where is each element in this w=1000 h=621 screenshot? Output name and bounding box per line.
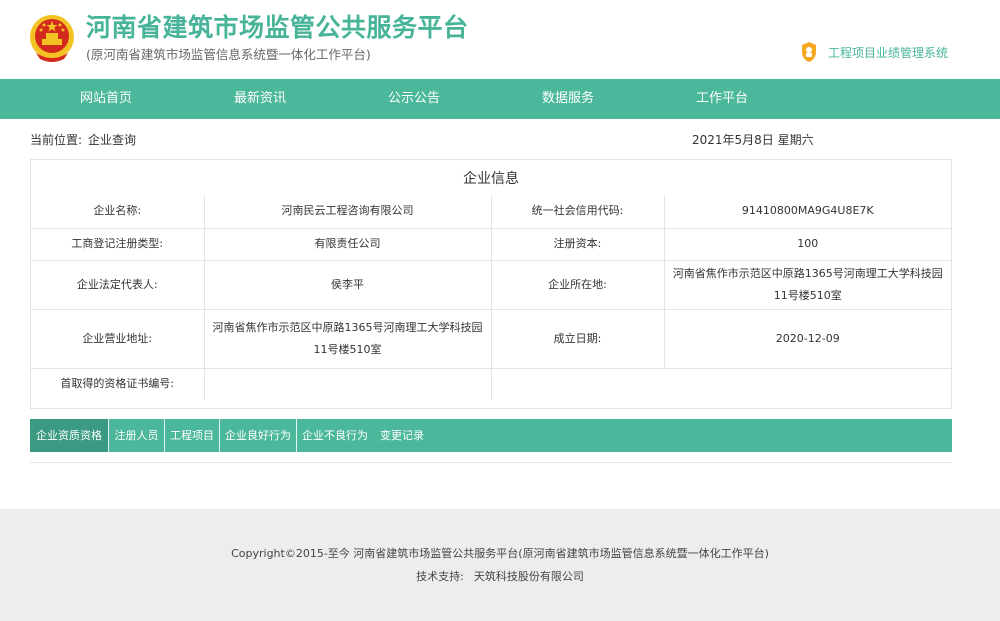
lock-badge-icon: [802, 42, 816, 62]
nav-item-announcements[interactable]: 公示公告: [354, 79, 474, 119]
tab-registered-staff[interactable]: 注册人员: [109, 419, 164, 452]
table-row: 首取得的资格证书编号:: [31, 367, 951, 400]
support-company: 天筑科技股份有限公司: [473, 570, 584, 583]
company-info-panel: 企业信息 企业名称: 河南民云工程咨询有限公司 统一社会信用代码: 914108…: [30, 159, 952, 409]
field-value: 侯李平: [203, 259, 492, 310]
field-label: 工商登记注册类型:: [31, 227, 205, 261]
tab-projects[interactable]: 工程项目: [165, 419, 219, 452]
table-row: 企业法定代表人: 侯李平 企业所在地: 河南省焦作市示范区中原路1365号河南理…: [31, 259, 951, 310]
field-label: 企业法定代表人:: [31, 259, 205, 310]
tab-bad-conduct[interactable]: 企业不良行为: [297, 419, 373, 452]
tab-qualifications[interactable]: 企业资质资格: [30, 419, 108, 452]
tab-good-conduct[interactable]: 企业良好行为: [220, 419, 296, 452]
project-system-label: 工程项目业绩管理系统: [828, 45, 949, 60]
breadcrumb-current[interactable]: 企业查询: [88, 133, 136, 147]
main-nav: 网站首页 最新资讯 公示公告 数据服务 工作平台: [0, 79, 1000, 119]
support-label: 技术支持:: [416, 570, 464, 583]
field-value: 有限责任公司: [203, 227, 492, 261]
current-date: 2021年5月8日 星期六: [692, 133, 814, 147]
field-label: 企业所在地:: [490, 259, 665, 310]
site-title: 河南省建筑市场监管公共服务平台: [86, 13, 469, 42]
tech-support: 技术支持: 天筑科技股份有限公司: [0, 568, 1000, 584]
field-label: 成立日期:: [490, 308, 665, 369]
section-title: 企业信息: [463, 171, 519, 187]
table-row: 企业营业地址: 河南省焦作市示范区中原路1365号河南理工大学科技园11号楼51…: [31, 308, 951, 369]
table-row: 企业名称: 河南民云工程咨询有限公司 统一社会信用代码: 91410800MA9…: [31, 195, 951, 229]
national-emblem-icon: [30, 15, 74, 62]
table-row: 工商登记注册类型: 有限责任公司 注册资本: 100: [31, 227, 951, 261]
tab-change-records[interactable]: 变更记录: [373, 419, 431, 452]
nav-item-home[interactable]: 网站首页: [46, 79, 166, 119]
field-value: 河南民云工程咨询有限公司: [203, 195, 492, 229]
detail-tabs: 企业资质资格 注册人员 工程项目 企业良好行为 企业不良行为 变更记录: [30, 419, 952, 452]
site-footer: Copyright©2015-至今 河南省建筑市场监管公共服务平台(原河南省建筑…: [0, 509, 1000, 621]
field-label: 企业营业地址:: [31, 308, 205, 369]
breadcrumb-prefix: 当前位置:: [30, 133, 83, 147]
site-header: 河南省建筑市场监管公共服务平台 (原河南省建筑市场监管信息系统暨一体化工作平台)…: [0, 0, 1000, 79]
nav-item-work-platform[interactable]: 工作平台: [662, 79, 782, 119]
field-value: [490, 367, 951, 400]
field-label: 企业名称:: [31, 195, 205, 229]
field-label: 首取得的资格证书编号:: [31, 367, 205, 400]
nav-item-data-services[interactable]: 数据服务: [508, 79, 628, 119]
breadcrumb-bar: 当前位置: 企业查询 2021年5月8日 星期六: [0, 119, 1000, 159]
breadcrumb: 当前位置: 企业查询: [30, 131, 136, 148]
field-label: 注册资本:: [490, 227, 665, 261]
field-value: 2020-12-09: [663, 308, 951, 369]
field-label: 统一社会信用代码:: [490, 195, 665, 229]
field-value: 河南省焦作市示范区中原路1365号河南理工大学科技园11号楼510室: [203, 308, 492, 369]
copyright-text: Copyright©2015-至今 河南省建筑市场监管公共服务平台(原河南省建筑…: [231, 547, 769, 560]
field-value: 91410800MA9G4U8E7K: [663, 195, 951, 229]
field-value: 河南省焦作市示范区中原路1365号河南理工大学科技园11号楼510室: [663, 259, 951, 310]
site-subtitle: (原河南省建筑市场监管信息系统暨一体化工作平台): [86, 47, 371, 62]
company-info-table: 企业名称: 河南民云工程咨询有限公司 统一社会信用代码: 91410800MA9…: [31, 195, 951, 400]
project-system-link[interactable]: 工程项目业绩管理系统: [800, 41, 948, 63]
nav-item-news[interactable]: 最新资讯: [200, 79, 320, 119]
field-value: [203, 367, 492, 400]
field-value: 100: [663, 227, 951, 261]
tab-content-divider: [30, 462, 952, 463]
